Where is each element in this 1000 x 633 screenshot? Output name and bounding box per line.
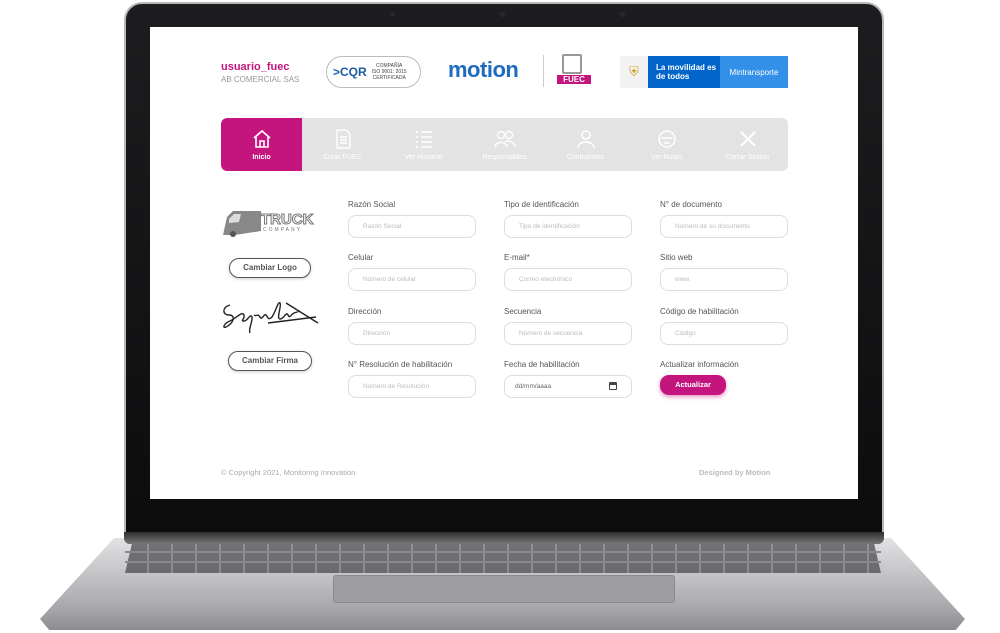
home-icon — [251, 128, 273, 150]
resolucion-label: N° Resolución de habilitación — [348, 360, 453, 369]
document-icon — [332, 128, 354, 150]
nav-label: Ver Historial — [404, 154, 443, 161]
fuec-logo: FUEC — [557, 54, 591, 89]
fuec-label: FUEC — [557, 75, 591, 84]
sitio-web-label: Sitio web — [660, 253, 693, 262]
email-label: E-mail* — [504, 253, 530, 262]
cqr-line: CERTIFICADA — [372, 75, 406, 81]
direccion-input[interactable]: Dirección — [348, 322, 476, 345]
actualizar-info-label: Actualizar información — [660, 360, 739, 369]
keyboard-row — [125, 551, 881, 553]
laptop-mockup: usuario_fuec AB COMERCIAL SAS >CQR COMPA… — [0, 0, 1000, 633]
gov-banner: ⛨ La movilidad es de todos Mintransporte — [620, 56, 788, 88]
company-name: AB COMERCIAL SAS — [221, 75, 300, 84]
cqr-mark: >CQR — [333, 65, 367, 79]
logo-text: TRUCK — [261, 211, 314, 229]
main-nav: Inicio Crear FUEC Ver Historial Responsa… — [221, 118, 788, 171]
nav-label: Cerrar Sesión — [725, 154, 770, 161]
header-divider — [543, 55, 544, 87]
coat-of-arms-icon: ⛨ — [620, 56, 648, 88]
fecha-habilitacion-input[interactable]: dd/mm/aaaa — [504, 375, 632, 398]
nav-item-ver-historial[interactable]: Ver Historial — [383, 118, 464, 171]
truck-icon — [223, 211, 261, 237]
company-logo: TRUCK COMPANY — [221, 207, 321, 241]
copyright: © Copyright 2021, Monitoring Innovation — [221, 468, 356, 477]
codigo-habilitacion-input[interactable]: Código — [660, 322, 788, 345]
tipo-identificacion-input[interactable]: Tipo de identificación — [504, 215, 632, 238]
celular-label: Celular — [348, 253, 374, 262]
change-logo-button[interactable]: Cambiar Logo — [229, 258, 311, 278]
user-icon — [575, 128, 597, 150]
document-icon — [562, 54, 582, 74]
secuencia-label: Secuencia — [504, 307, 542, 316]
nav-label: Inicio — [252, 154, 271, 161]
signature-image — [223, 302, 319, 334]
resolucion-input[interactable]: Número de Resolución — [348, 375, 476, 398]
nav-label: Responsables — [482, 154, 527, 161]
laptop-hinge — [124, 532, 884, 544]
actualizar-button[interactable]: Actualizar — [660, 375, 726, 395]
date-value: dd/mm/aaaa — [515, 383, 552, 390]
nav-label: Contratistas — [566, 154, 605, 161]
nav-item-responsables[interactable]: Responsables — [464, 118, 545, 171]
calendar-icon[interactable] — [609, 382, 617, 390]
sensor-dot — [620, 12, 625, 17]
gov-ministry: Mintransporte — [720, 56, 788, 88]
camera-dot — [500, 12, 505, 17]
keyboard-row — [125, 561, 881, 563]
designed-by: Designed by Motion — [699, 468, 771, 477]
razon-social-label: Razón Social — [348, 200, 396, 209]
users-icon — [493, 128, 516, 150]
screen: usuario_fuec AB COMERCIAL SAS >CQR COMPA… — [150, 27, 858, 499]
cqr-certification-logo: >CQR COMPAÑÍA ISO 9001: 2015 CERTIFICADA — [326, 56, 421, 88]
codigo-habilitacion-label: Código de habilitación — [660, 307, 739, 316]
sitio-web-input[interactable]: www. — [660, 268, 788, 291]
nav-label: Crear FUEC — [323, 154, 362, 161]
nav-item-crear-fuec[interactable]: Crear FUEC — [302, 118, 383, 171]
razon-social-input[interactable]: Razón Social — [348, 215, 476, 238]
nav-label: Ver Rutas — [651, 154, 682, 161]
trackpad — [333, 575, 675, 603]
keyboard — [125, 541, 881, 573]
nav-item-ver-rutas[interactable]: Ver Rutas — [626, 118, 707, 171]
username: usuario_fuec — [221, 61, 290, 73]
numero-documento-input[interactable]: Número de su documento — [660, 215, 788, 238]
logo-subtext: COMPANY — [263, 227, 302, 233]
email-input[interactable]: Correo electrónico — [504, 268, 632, 291]
gov-slogan: La movilidad es de todos — [656, 63, 717, 81]
numero-documento-label: N° de documento — [660, 200, 722, 209]
fecha-habilitacion-label: Fecha de habilitación — [504, 360, 580, 369]
sensor-dot — [390, 12, 395, 17]
tipo-identificacion-label: Tipo de identificación — [504, 200, 579, 209]
secuencia-input[interactable]: Número de secuencia — [504, 322, 632, 345]
celular-input[interactable]: Número de celular — [348, 268, 476, 291]
direccion-label: Dirección — [348, 307, 382, 316]
cqr-text: COMPAÑÍA ISO 9001: 2015 CERTIFICADA — [372, 63, 407, 81]
motion-logo: motion — [448, 57, 519, 82]
nav-item-cerrar-sesion[interactable]: Cerrar Sesión — [707, 118, 788, 171]
nav-item-inicio[interactable]: Inicio — [221, 118, 302, 171]
list-icon — [413, 128, 435, 150]
change-signature-button[interactable]: Cambiar Firma — [228, 351, 312, 371]
bus-icon — [656, 128, 678, 150]
user-block: usuario_fuec AB COMERCIAL SAS — [221, 61, 299, 84]
nav-item-contratistas[interactable]: Contratistas — [545, 118, 626, 171]
close-icon — [737, 128, 759, 150]
